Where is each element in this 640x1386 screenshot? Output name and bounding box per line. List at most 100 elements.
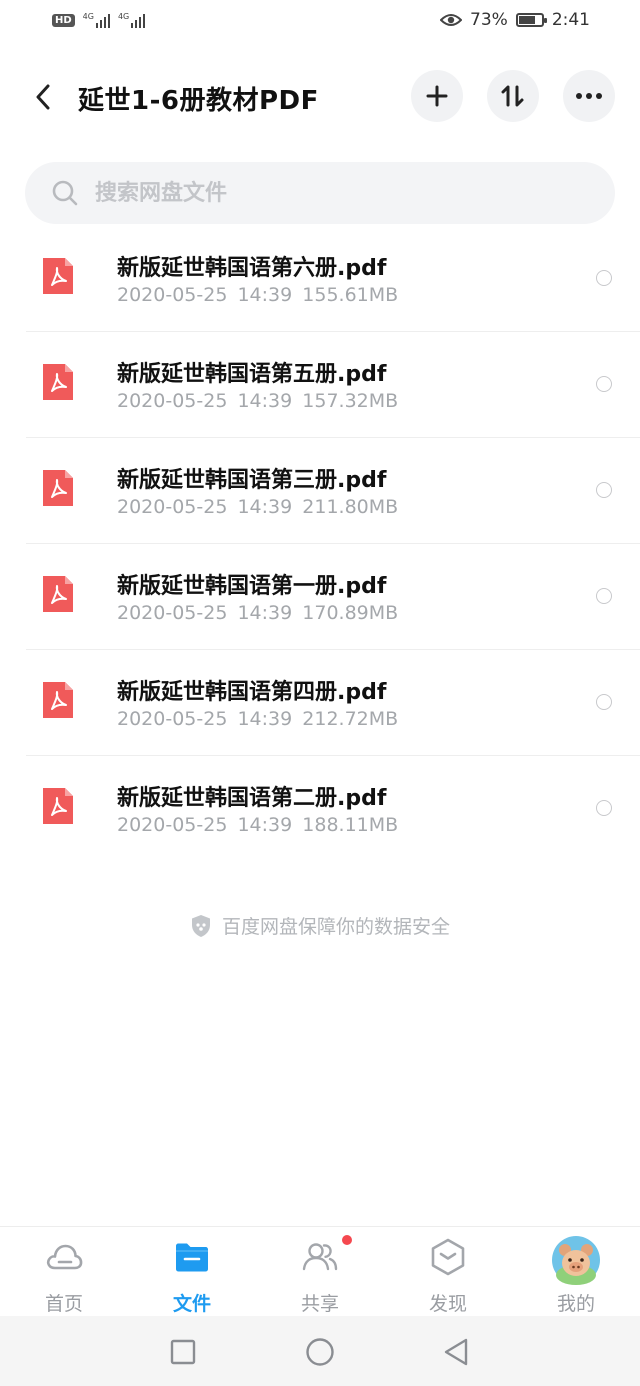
file-name: 新版延世韩国语第四册.pdf <box>117 680 387 705</box>
select-radio[interactable] <box>596 376 612 392</box>
battery-icon <box>515 13 547 27</box>
tab-bar: 首页 文件 共享 发现 我的 <box>0 1226 640 1317</box>
pdf-file-icon <box>43 364 73 400</box>
file-item[interactable]: 新版延世韩国语第二册.pdf 2020-05-25 14:39 188.11MB <box>0 756 640 862</box>
tab-label: 我的 <box>556 1293 595 1315</box>
triangle-back-icon <box>444 1338 468 1366</box>
file-item[interactable]: 新版延世韩国语第四册.pdf 2020-05-25 14:39 212.72MB <box>0 650 640 756</box>
sort-button[interactable] <box>487 70 539 122</box>
tab-label: 首页 <box>44 1293 83 1315</box>
safety-note-text: 百度网盘保障你的数据安全 <box>221 916 450 938</box>
file-time: 14:39 <box>237 284 293 306</box>
file-meta: 2020-05-25 14:39 211.80MB <box>117 496 398 518</box>
search-bar[interactable] <box>25 162 615 224</box>
page-title: 延世1-6册教材PDF <box>78 86 319 116</box>
sort-icon <box>501 85 524 107</box>
select-radio[interactable] <box>596 270 612 286</box>
file-meta: 2020-05-25 14:39 157.32MB <box>117 390 398 412</box>
file-date: 2020-05-25 <box>117 602 228 624</box>
battery-percent: 73% <box>470 10 508 30</box>
search-input[interactable] <box>93 179 577 207</box>
file-list: 新版延世韩国语第六册.pdf 2020-05-25 14:39 155.61MB… <box>0 226 640 862</box>
file-date: 2020-05-25 <box>117 708 228 730</box>
clock: 2:41 <box>551 10 590 30</box>
file-name: 新版延世韩国语第五册.pdf <box>117 362 387 387</box>
status-left: HD 4G 4G <box>52 12 146 28</box>
avatar-icon <box>552 1236 600 1285</box>
select-radio[interactable] <box>596 482 612 498</box>
safety-note: 百度网盘保障你的数据安全 <box>0 912 640 939</box>
file-time: 14:39 <box>237 708 293 730</box>
file-meta: 2020-05-25 14:39 155.61MB <box>117 284 398 306</box>
signal-1-label: 4G <box>82 12 94 21</box>
select-radio[interactable] <box>596 588 612 604</box>
folder-icon <box>176 1243 208 1272</box>
tab-files[interactable]: 文件 <box>128 1227 256 1317</box>
pdf-file-icon <box>43 470 73 506</box>
tab-me[interactable]: 我的 <box>512 1227 640 1317</box>
file-item[interactable]: 新版延世韩国语第六册.pdf 2020-05-25 14:39 155.61MB <box>0 226 640 332</box>
file-date: 2020-05-25 <box>117 284 228 306</box>
file-size: 170.89MB <box>302 602 399 624</box>
back-nav-button[interactable] <box>436 1332 476 1372</box>
file-size: 155.61MB <box>302 284 399 306</box>
pdf-file-icon <box>43 258 73 294</box>
file-time: 14:39 <box>237 390 293 412</box>
file-size: 211.80MB <box>302 496 399 518</box>
shield-icon <box>191 914 210 937</box>
file-date: 2020-05-25 <box>117 814 228 836</box>
tab-discover[interactable]: 发现 <box>384 1227 512 1317</box>
battery-fill <box>518 16 535 24</box>
file-name: 新版延世韩国语第三册.pdf <box>117 468 387 493</box>
pdf-file-icon <box>43 576 73 612</box>
pdf-file-icon <box>43 788 73 824</box>
file-date: 2020-05-25 <box>117 390 228 412</box>
file-item[interactable]: 新版延世韩国语第一册.pdf 2020-05-25 14:39 170.89MB <box>0 544 640 650</box>
search-icon <box>52 180 78 206</box>
signal-1-icon: 4G <box>83 12 110 28</box>
cloud-icon <box>46 1244 83 1270</box>
hd-badge: HD <box>52 13 75 27</box>
back-button[interactable] <box>26 78 60 116</box>
file-time: 14:39 <box>237 496 293 518</box>
file-size: 212.72MB <box>302 708 399 730</box>
plus-icon <box>426 85 448 107</box>
file-meta: 2020-05-25 14:39 188.11MB <box>117 814 398 836</box>
home-nav-button[interactable] <box>300 1332 340 1372</box>
file-item[interactable]: 新版延世韩国语第五册.pdf 2020-05-25 14:39 157.32MB <box>0 332 640 438</box>
signal-2-icon: 4G <box>117 12 146 28</box>
file-name: 新版延世韩国语第六册.pdf <box>117 256 387 281</box>
file-name: 新版延世韩国语第一册.pdf <box>117 574 387 599</box>
chevron-left-icon <box>36 84 50 110</box>
file-time: 14:39 <box>237 814 293 836</box>
file-meta: 2020-05-25 14:39 212.72MB <box>117 708 398 730</box>
signal-2-label: 4G <box>117 12 130 21</box>
pdf-file-icon <box>43 682 73 718</box>
add-button[interactable] <box>411 70 463 122</box>
more-button[interactable] <box>563 70 615 122</box>
people-icon <box>302 1243 338 1271</box>
file-item[interactable]: 新版延世韩国语第三册.pdf 2020-05-25 14:39 211.80MB <box>0 438 640 544</box>
status-bar: HD 4G 4G 73% 2:41 <box>0 0 640 48</box>
tab-label: 文件 <box>172 1293 211 1315</box>
file-size: 157.32MB <box>302 390 399 412</box>
circle-icon <box>306 1338 334 1366</box>
tab-label: 共享 <box>300 1293 339 1315</box>
notification-badge <box>342 1235 352 1245</box>
tab-label: 发现 <box>428 1293 467 1315</box>
tab-share[interactable]: 共享 <box>256 1227 384 1317</box>
header: 延世1-6册教材PDF <box>0 70 640 124</box>
file-time: 14:39 <box>237 602 293 624</box>
file-size: 188.11MB <box>302 814 399 836</box>
recent-apps-button[interactable] <box>163 1332 203 1372</box>
select-radio[interactable] <box>596 800 612 816</box>
file-name: 新版延世韩国语第二册.pdf <box>117 786 387 811</box>
more-icon <box>576 93 602 99</box>
file-meta: 2020-05-25 14:39 170.89MB <box>117 602 398 624</box>
square-icon <box>170 1339 196 1365</box>
status-right: 73% 2:41 <box>440 10 590 30</box>
tab-home[interactable]: 首页 <box>0 1227 128 1317</box>
eye-icon <box>440 14 463 26</box>
select-radio[interactable] <box>596 694 612 710</box>
discover-icon <box>431 1238 465 1276</box>
